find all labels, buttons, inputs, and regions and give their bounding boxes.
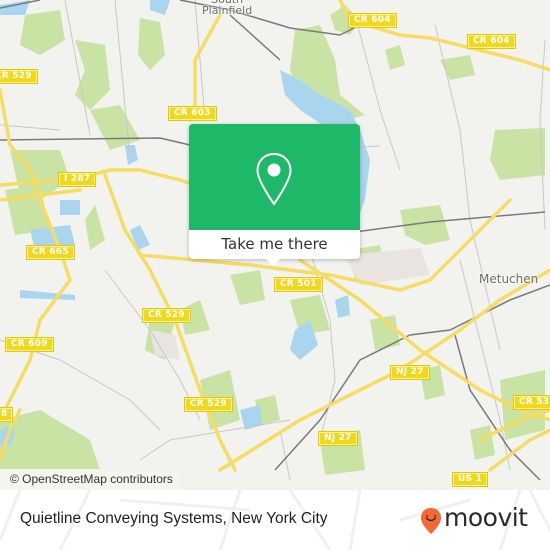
map-attribution[interactable]: © OpenStreetMap contributors: [0, 469, 179, 490]
road-label-cr-529: CR 529: [142, 308, 191, 323]
popup-pointer: [266, 259, 280, 266]
road-label-cr-501: CR 501: [274, 277, 323, 292]
popup-header[interactable]: [189, 124, 360, 230]
moovit-smile-pin-icon: [421, 508, 441, 534]
place-label-metuchen: Metuchen: [479, 272, 539, 286]
road-label-cr-665: CR 665: [26, 245, 75, 260]
place-label-south-plainfield: South Plainfield: [202, 0, 252, 16]
road-label-cr-529: CR 529: [0, 69, 38, 84]
place-label-line: Plainfield: [202, 4, 253, 17]
take-me-there-popup[interactable]: Take me there: [189, 124, 360, 266]
road-label-cr-603: CR 603: [168, 106, 217, 121]
map-pin-icon: [256, 152, 292, 206]
moovit-wordmark: moovit: [444, 503, 528, 532]
road-label-cr-609: CR 609: [5, 337, 54, 352]
road-label-cr-604: CR 604: [348, 13, 397, 28]
map-view[interactable]: South Plainfield Metuchen CR 604 CR 604 …: [0, 0, 550, 490]
road-label-us-1: US 1: [452, 472, 488, 487]
road-label-nj-27: NJ 27: [318, 431, 358, 446]
road-label-route-8: 8: [0, 407, 14, 422]
road-label-cr-529: CR 529: [184, 397, 233, 412]
road-label-cr-604: CR 604: [467, 34, 516, 49]
place-title: Quietline Conveying Systems, New York Ci…: [20, 510, 328, 527]
road-label-cr-53: CR 53: [512, 395, 550, 410]
footer-bar: Quietline Conveying Systems, New York Ci…: [0, 490, 550, 550]
road-label-nj-27: NJ 27: [390, 365, 430, 380]
take-me-there-button[interactable]: Take me there: [189, 230, 360, 259]
road-label-i-287: I 287: [57, 172, 97, 187]
